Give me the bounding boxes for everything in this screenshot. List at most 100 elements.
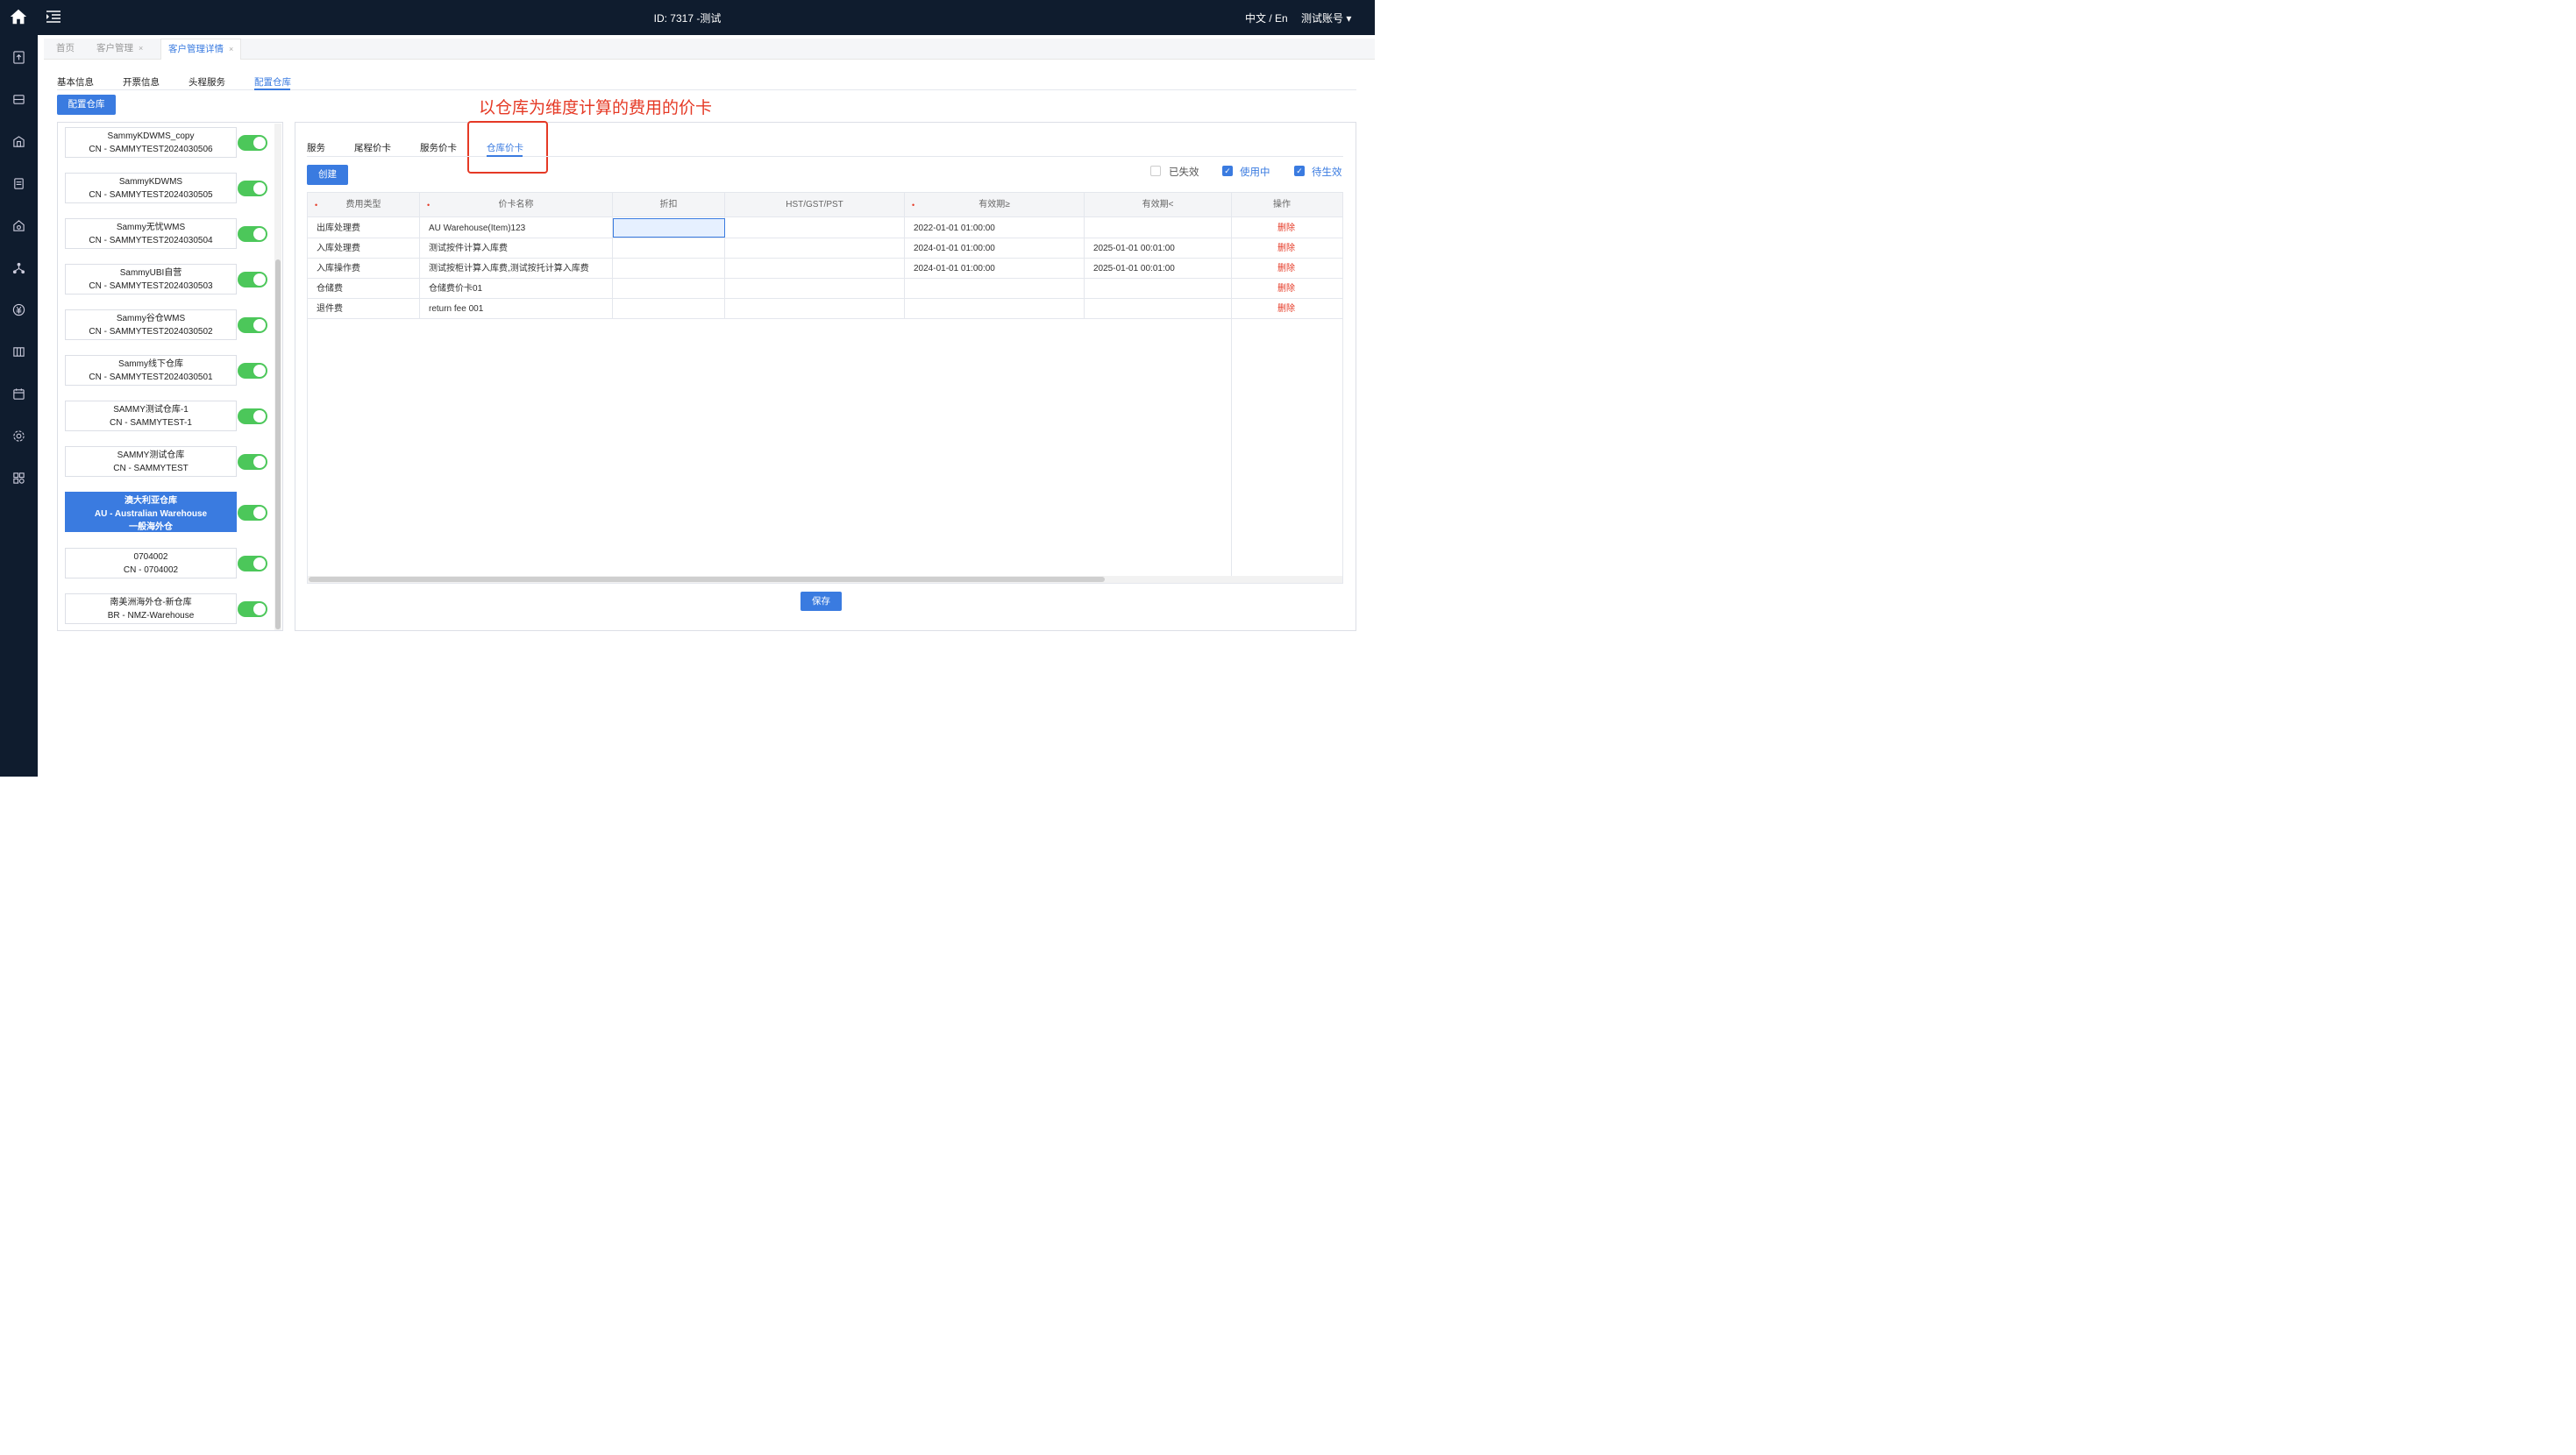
warehouse-toggle[interactable] <box>238 226 267 242</box>
table-row-fee-type: 仓储费 <box>317 284 343 294</box>
network-icon[interactable] <box>12 261 25 274</box>
save-button[interactable]: 保存 <box>801 592 842 611</box>
sidebar <box>0 35 38 777</box>
table-row-valid-to: 2025-01-01 00:01:00 <box>1093 244 1175 253</box>
subtab-service-price[interactable]: 服务价卡 <box>420 141 457 154</box>
table-row-valid-from <box>914 279 1080 299</box>
warehouse-item[interactable]: SAMMY测试仓库 CN - SAMMYTEST <box>65 446 237 477</box>
delete-button[interactable]: 删除 <box>1277 238 1313 259</box>
filter-active-label[interactable]: 使用中 <box>1240 165 1270 179</box>
warehouse-item[interactable]: Sammy谷仓WMS CN - SAMMYTEST2024030502 <box>65 309 237 340</box>
filter-expired-checkbox[interactable] <box>1150 166 1161 176</box>
currency-icon[interactable] <box>12 303 25 316</box>
warehouse-icon[interactable] <box>12 135 25 148</box>
crumb-customer-mgmt[interactable]: 客户管理 × <box>89 39 150 60</box>
warehouse-toggle[interactable] <box>238 317 267 333</box>
filter-pending-checkbox[interactable]: ✓ <box>1294 166 1305 176</box>
warehouse-toggle[interactable] <box>238 601 267 617</box>
warehouse-toggle[interactable] <box>238 505 267 521</box>
table-row-fee-type: 入库处理费 <box>317 244 360 253</box>
warehouse-list-scroll-thumb[interactable] <box>275 259 281 629</box>
warehouse-toggle[interactable] <box>238 135 267 151</box>
warehouse-item-selected[interactable]: 澳大利亚仓库 AU - Australian Warehouse 一般海外仓 <box>65 492 237 532</box>
warehouse-item[interactable]: SammyKDWMS_copy CN - SAMMYTEST2024030506 <box>65 127 237 158</box>
top-bar: ID: 7317 -测试 中文 / En 测试账号 ▾ <box>0 0 1375 35</box>
list-icon[interactable] <box>12 93 25 106</box>
store-icon[interactable] <box>12 219 25 232</box>
delete-button[interactable]: 删除 <box>1277 279 1313 299</box>
table-row-name: 测试按件计算入库费 <box>429 244 508 253</box>
breadcrumb-tabs: 首页 客户管理 × 客户管理详情 × <box>44 39 1375 60</box>
warehouse-toggle[interactable] <box>238 272 267 287</box>
warehouse-toggle[interactable] <box>238 556 267 571</box>
close-icon[interactable]: × <box>139 44 143 53</box>
delete-button[interactable]: 删除 <box>1277 218 1313 238</box>
table-scroll-thumb[interactable] <box>309 577 1105 582</box>
table-row-name: return fee 001 <box>429 304 484 314</box>
table-row-valid-to <box>1093 299 1229 319</box>
account-menu[interactable]: 测试账号 ▾ <box>1301 11 1351 25</box>
table-row-name: 测试按柜计算入库费,测试按托计算入库费 <box>429 264 589 273</box>
apps-icon[interactable] <box>12 472 25 485</box>
warehouse-toggle[interactable] <box>238 181 267 196</box>
filter-expired-label[interactable]: 已失效 <box>1169 165 1199 179</box>
tab-active-indicator <box>254 89 290 90</box>
table-row-fee-type: 入库操作费 <box>317 264 360 273</box>
crumb-customer-detail[interactable]: 客户管理详情 × <box>160 39 242 60</box>
discount-input-focused[interactable] <box>613 218 725 238</box>
document-icon[interactable] <box>12 177 25 190</box>
table-row-fee-type: 退件费 <box>317 304 343 314</box>
table-row-valid-from <box>914 299 1080 319</box>
col-discount: 折扣 <box>659 200 678 209</box>
table-row-name: 仓储费价卡01 <box>429 284 483 294</box>
delete-button[interactable]: 删除 <box>1277 299 1313 319</box>
page-title: ID: 7317 -测试 <box>653 12 722 25</box>
warehouse-item[interactable]: Sammy线下仓库 CN - SAMMYTEST2024030501 <box>65 355 237 386</box>
table-row-name: AU Warehouse(Item)123 <box>429 224 526 233</box>
col-tax: HST/GST/PST <box>786 200 843 209</box>
warehouse-item[interactable]: SammyKDWMS CN - SAMMYTEST2024030505 <box>65 173 237 203</box>
warehouse-item[interactable]: Sammy无忧WMS CN - SAMMYTEST2024030504 <box>65 218 237 249</box>
filter-active-checkbox[interactable]: ✓ <box>1222 166 1233 176</box>
warehouse-item[interactable]: SAMMY测试仓库-1 CN - SAMMYTEST-1 <box>65 401 237 431</box>
table-row-valid-from: 2022-01-01 01:00:00 <box>914 224 995 233</box>
tab-divider <box>57 89 1356 90</box>
subtab-active-indicator <box>487 155 523 157</box>
col-actions: 操作 <box>1273 200 1291 209</box>
table-row-valid-to: 2025-01-01 00:01:00 <box>1093 264 1175 273</box>
col-valid-to: 有效期< <box>1142 200 1174 209</box>
language-switch[interactable]: 中文 / En <box>1245 11 1288 25</box>
subtab-warehouse-price[interactable]: 仓库价卡 <box>487 141 523 154</box>
settings-icon[interactable] <box>12 429 25 443</box>
close-icon[interactable]: × <box>229 45 233 53</box>
tab-config-warehouse[interactable]: 配置仓库 <box>254 75 291 89</box>
table-row-valid-to <box>1093 218 1229 238</box>
calendar-icon[interactable] <box>12 387 25 401</box>
col-fee-type: • 费用类型 <box>315 200 381 209</box>
table-row-valid-from: 2024-01-01 01:00:00 <box>914 264 995 273</box>
warehouse-item[interactable]: 南美洲海外仓-新仓库 BR - NMZ-Warehouse <box>65 593 237 624</box>
upload-icon[interactable] <box>12 51 25 64</box>
warehouse-toggle[interactable] <box>238 363 267 379</box>
config-warehouse-button[interactable]: 配置仓库 <box>57 95 116 115</box>
table-icon[interactable] <box>12 345 25 358</box>
tab-first-mile[interactable]: 头程服务 <box>189 75 225 89</box>
warehouse-item[interactable]: SammyUBI自营 CN - SAMMYTEST2024030503 <box>65 264 237 295</box>
warehouse-toggle[interactable] <box>238 408 267 424</box>
filter-pending-label[interactable]: 待生效 <box>1312 165 1342 179</box>
annotation-text: 以仓库为维度计算的费用的价卡 <box>479 99 713 117</box>
subtab-divider <box>307 156 1343 157</box>
subtab-service[interactable]: 服务 <box>307 141 325 154</box>
tab-invoice-info[interactable]: 开票信息 <box>123 75 160 89</box>
crumb-home[interactable]: 首页 <box>49 39 82 60</box>
col-valid-from: • 有效期≥ <box>912 200 1010 209</box>
delete-button[interactable]: 删除 <box>1277 259 1313 279</box>
create-button[interactable]: 创建 <box>307 165 348 185</box>
subtab-last-mile-price[interactable]: 尾程价卡 <box>354 141 391 154</box>
tab-basic-info[interactable]: 基本信息 <box>57 75 94 89</box>
warehouse-item[interactable]: 0704002 CN - 0704002 <box>65 548 237 578</box>
table-row-valid-from: 2024-01-01 01:00:00 <box>914 244 995 253</box>
col-price-card-name: • 价卡名称 <box>427 200 534 209</box>
warehouse-toggle[interactable] <box>238 454 267 470</box>
table-row-fee-type: 出库处理费 <box>317 224 360 233</box>
